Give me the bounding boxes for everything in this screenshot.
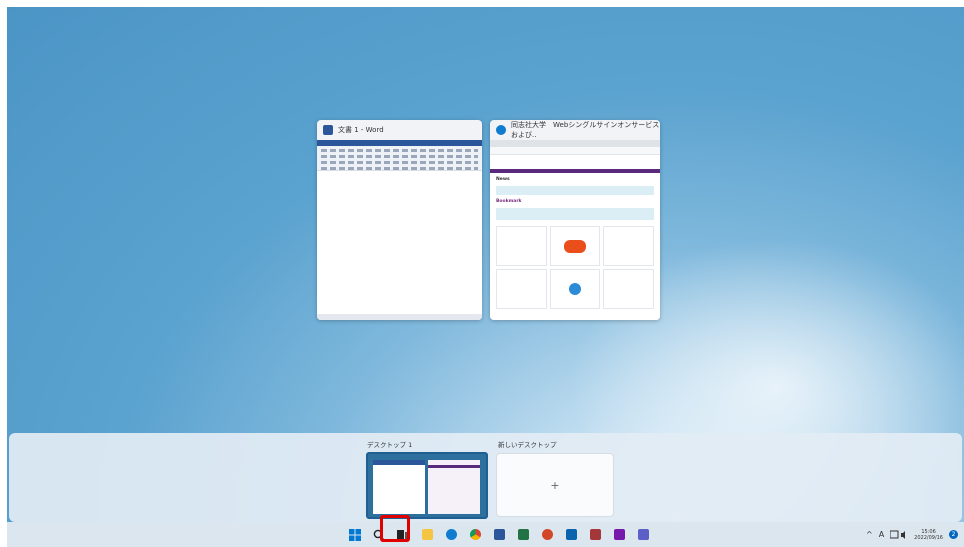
bookmark-tile (603, 269, 654, 309)
excel-taskbar-button[interactable] (514, 526, 532, 544)
word-icon (493, 529, 505, 540)
word-window-titlebar: 文書 1 - Word (317, 120, 482, 140)
page-header (490, 155, 660, 173)
word-ribbon (317, 140, 482, 171)
ime-indicator[interactable]: A (879, 530, 884, 539)
network-volume-icon[interactable] (890, 530, 908, 540)
bookmark-tile (603, 226, 654, 266)
news-heading: News (496, 177, 510, 182)
word-window-title: 文書 1 - Word (338, 126, 384, 134)
teams-icon (637, 529, 649, 540)
chrome-taskbar-button[interactable] (466, 526, 484, 544)
bookmark-tile (496, 269, 547, 309)
word-window-thumbnail[interactable]: 文書 1 - Word (317, 120, 482, 320)
access-icon (589, 529, 601, 540)
clock-date: 2022/09/16 (914, 534, 943, 541)
onenote-taskbar-button[interactable] (610, 526, 628, 544)
excel-icon (517, 529, 529, 540)
edge-page-preview: News Bookmark (490, 140, 660, 320)
desktop-background: 文書 1 - Word 同志社大学 Webシングルサインオンサービス および..… (7, 7, 964, 547)
task-view-highlight (380, 515, 410, 542)
start-button[interactable] (346, 526, 364, 544)
start-icon (349, 528, 361, 541)
edge-tab-strip (490, 140, 660, 147)
edge-address-bar (490, 147, 660, 155)
edge-window-title: 同志社大学 Webシングルサインオンサービス および.. (511, 121, 660, 139)
onenote-icon (613, 529, 625, 540)
bookmark-tile (549, 269, 601, 309)
chrome-icon (469, 529, 481, 540)
new-desktop-label: 新しいデスクトップ (498, 441, 557, 449)
flower-logo-icon (568, 283, 581, 295)
outlook-taskbar-button[interactable] (562, 526, 580, 544)
desktop-1-thumbnail[interactable] (366, 452, 488, 519)
taskbar: ^ A 15:06 2022/09/16 2 (7, 522, 964, 547)
word-icon (323, 125, 333, 135)
office-cloud-icon (563, 239, 586, 253)
edge-icon (496, 125, 506, 135)
file-explorer-icon (421, 529, 433, 540)
edge-window-titlebar: 同志社大学 Webシングルサインオンサービス および.. (490, 120, 660, 140)
outlook-icon (565, 529, 577, 540)
word-taskbar-button[interactable] (490, 526, 508, 544)
new-desktop-button[interactable]: + (496, 453, 614, 517)
word-status-bar (317, 314, 482, 320)
teams-taskbar-button[interactable] (634, 526, 652, 544)
system-tray: ^ A 15:06 2022/09/16 2 (866, 522, 958, 547)
edge-window-thumbnail[interactable]: 同志社大学 Webシングルサインオンサービス および.. News Bookma… (490, 120, 660, 320)
powerpoint-icon (541, 529, 553, 540)
bookmark-tile (549, 226, 601, 266)
file-explorer-button[interactable] (418, 526, 436, 544)
powerpoint-taskbar-button[interactable] (538, 526, 556, 544)
bookmark-tile (496, 226, 547, 266)
notification-icon[interactable]: 2 (949, 530, 958, 539)
plus-icon: + (550, 478, 560, 492)
word-document-preview (317, 140, 482, 320)
access-taskbar-button[interactable] (586, 526, 604, 544)
bookmark-tiles (496, 226, 654, 309)
edge-taskbar-button[interactable] (442, 526, 460, 544)
clock[interactable]: 15:06 2022/09/16 (914, 529, 943, 541)
edge-icon (445, 529, 457, 540)
bookmark-heading: Bookmark (496, 199, 522, 204)
chevron-up-icon[interactable]: ^ (866, 530, 873, 539)
virtual-desktop-bar: デスクトップ 1 新しいデスクトップ + (9, 433, 962, 522)
desktop-1-label[interactable]: デスクトップ 1 (367, 439, 412, 449)
